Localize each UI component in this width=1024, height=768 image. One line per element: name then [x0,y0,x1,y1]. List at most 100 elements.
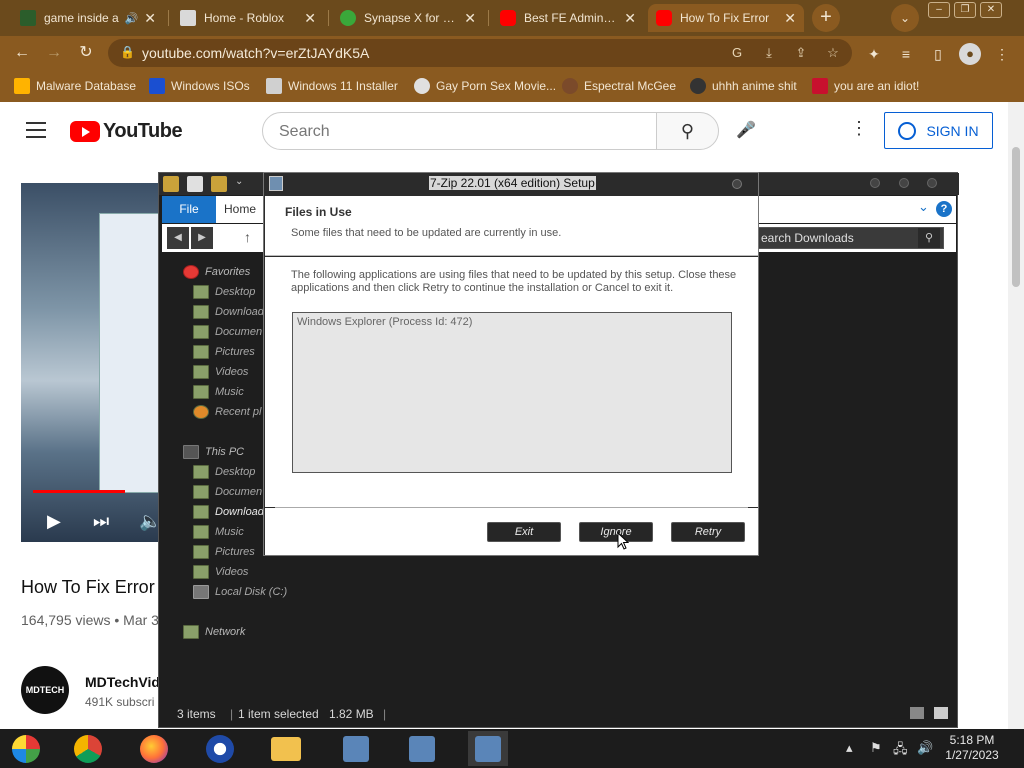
back-arrow-icon[interactable]: ← [10,41,34,65]
taskbar-firefox[interactable] [134,731,174,766]
close-tab-icon[interactable]: ✕ [304,10,316,27]
nav-network[interactable]: Network [183,623,245,641]
profile-avatar-icon[interactable]: ● [959,43,981,65]
system-clock[interactable]: 5:18 PM 1/27/2023 [942,733,1002,763]
help-icon[interactable]: ? [936,201,952,217]
nav-pc-desktop[interactable]: Desktop [193,463,255,481]
back-icon[interactable]: ◀ [167,227,189,249]
retry-button[interactable]: Retry [671,522,745,542]
close-tab-icon[interactable]: ✕ [144,10,156,27]
taskbar-installer-1[interactable] [336,731,376,766]
speaker-icon[interactable]: 🔊 [125,12,139,25]
show-hidden-icons-icon[interactable]: ▴ [846,740,853,756]
taskbar-installer-2[interactable] [402,731,442,766]
bookmark-4[interactable]: Gay Porn Sex Movie... [414,77,556,95]
nav-pc-music[interactable]: Music [193,523,244,541]
close-tab-icon[interactable]: ✕ [784,10,796,27]
details-view-icon[interactable] [910,707,924,719]
bookmark-windows-isos[interactable]: Windows ISOs [149,77,250,95]
nav-pc-pictures[interactable]: Pictures [193,543,255,561]
nav-favorites[interactable]: Favorites [183,263,250,281]
nav-fav-recent[interactable]: Recent pl [193,403,261,421]
nav-pc-local-disk[interactable]: Local Disk (C:) [193,583,287,601]
explorer-minimize-button[interactable] [870,178,880,188]
nav-fav-music[interactable]: Music [193,383,244,401]
nav-fav-pictures[interactable]: Pictures [193,343,255,361]
dialog-close-button[interactable] [732,179,742,189]
tab-how-to-fix-error[interactable]: How To Fix Error ✕ [648,4,804,32]
address-bar[interactable]: 🔒 youtube.com/watch?v=erZtJAYdK5A G ⤓ ⇪ … [108,39,852,67]
next-icon[interactable]: ⏭ [93,511,109,532]
explorer-maximize-button[interactable] [899,178,909,188]
close-window-button[interactable]: ✕ [980,2,1002,18]
up-arrow-icon[interactable]: ↑ [244,229,251,245]
ribbon-tab-home[interactable]: Home [224,196,256,223]
bookmark-malware-database[interactable]: Malware Database [14,77,136,95]
files-in-use-list[interactable]: Windows Explorer (Process Id: 472) [292,312,732,473]
volume-tray-icon[interactable]: 🔊 [917,740,933,756]
youtube-logo[interactable]: YouTube [70,120,183,143]
hamburger-menu-icon[interactable] [26,122,46,138]
ribbon-tab-file[interactable]: File [162,196,216,223]
bookmark-espectral-mcgee[interactable]: Espectral McGee [562,77,676,95]
tab-best-fe-admin[interactable]: Best FE Admin Gu ✕ [492,4,644,32]
install-app-icon[interactable]: ⤓ [760,44,778,62]
tab-game-inside[interactable]: game inside a 🔊 ✕ [12,4,164,32]
search-icon[interactable]: ⚲ [656,112,719,150]
bookmark-windows-11-installer[interactable]: Windows 11 Installer [266,77,398,95]
taskbar-chrome[interactable] [68,731,108,766]
channel-avatar[interactable]: MDTECH [21,666,69,714]
youtube-search-input[interactable]: Search [262,112,657,150]
url-text[interactable]: youtube.com/watch?v=erZtJAYdK5A [142,45,369,61]
taskbar-installer-3[interactable] [468,731,508,766]
forward-icon[interactable]: ▶ [191,227,213,249]
tab-search-chevron-icon[interactable]: ⌄ [891,4,919,32]
explorer-search-input[interactable]: earch Downloads [754,227,944,249]
close-tab-icon[interactable]: ✕ [624,10,636,27]
nav-fav-videos[interactable]: Videos [193,363,248,381]
exit-button[interactable]: Exit [487,522,561,542]
share-icon[interactable]: ⇪ [792,44,810,62]
lock-icon[interactable]: 🔒 [120,45,135,59]
sign-in-button[interactable]: SIGN IN [884,112,993,149]
explorer-app-icon[interactable] [163,176,179,192]
nav-fav-downloads[interactable]: Download [193,303,264,321]
ignore-button[interactable]: Ignore [579,522,653,542]
bookmark-star-icon[interactable]: ☆ [824,44,842,62]
video-player[interactable]: ▶ ⏭ 🔈 [21,183,161,542]
video-progress-bar[interactable] [33,490,125,493]
explorer-close-button[interactable] [927,178,937,188]
google-lens-icon[interactable]: G [728,44,746,62]
minimize-button[interactable]: – [928,2,950,18]
action-center-flag-icon[interactable]: ⚑ [870,740,882,756]
scrollbar-thumb[interactable] [1012,147,1020,287]
large-icons-view-icon[interactable] [934,707,948,719]
network-tray-icon[interactable]: 🖧 [893,740,908,762]
more-options-icon[interactable]: ⋮ [850,118,868,139]
maximize-button[interactable]: ❐ [954,2,976,18]
taskbar-obama[interactable] [200,731,240,766]
properties-icon[interactable] [187,176,203,192]
nav-this-pc[interactable]: This PC [183,443,244,461]
close-tab-icon[interactable]: ✕ [464,10,476,27]
customize-chevron-icon[interactable]: ⌄ [235,176,251,192]
nav-pc-videos[interactable]: Videos [193,563,248,581]
nav-fav-desktop[interactable]: Desktop [193,283,255,301]
taskbar-explorer[interactable] [266,731,306,766]
nav-pc-downloads[interactable]: Download [193,503,264,521]
chrome-menu-icon[interactable]: ⋮ [992,44,1012,64]
reload-icon[interactable]: ↻ [74,41,98,65]
start-button[interactable] [6,731,46,766]
expand-ribbon-icon[interactable]: ⌄ [918,199,929,215]
play-icon[interactable]: ▶ [47,511,61,532]
microphone-icon[interactable]: 🎤 [736,120,756,140]
bookmark-you-are-an-idiot[interactable]: you are an idiot! [812,77,919,95]
nav-fav-documents[interactable]: Documen [193,323,262,341]
extensions-puzzle-icon[interactable]: ✦ [864,44,884,64]
forward-arrow-icon[interactable]: → [42,41,66,65]
bookmark-uhhh-anime[interactable]: uhhh anime shit [690,77,797,95]
new-folder-icon[interactable] [211,176,227,192]
list-item[interactable]: Windows Explorer (Process Id: 472) [297,316,472,328]
side-panel-icon[interactable]: ▯ [928,44,948,64]
new-tab-button[interactable]: + [812,4,840,32]
